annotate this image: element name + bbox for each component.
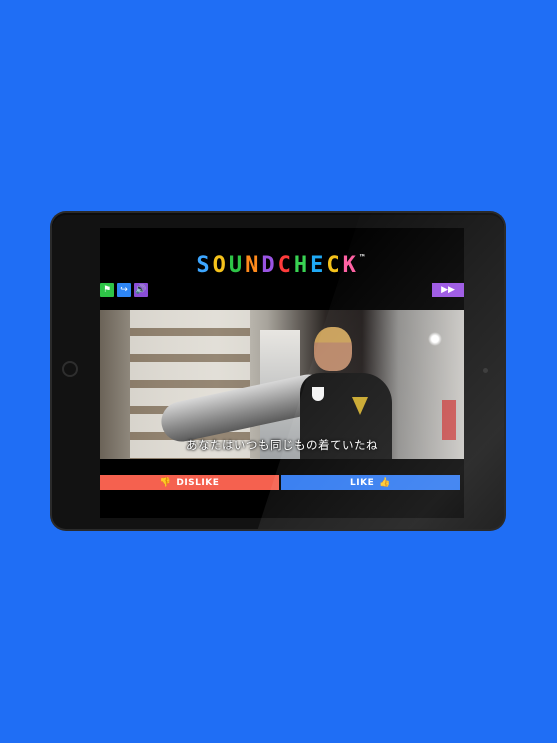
video-sign xyxy=(442,400,456,440)
dislike-label: DISLIKE xyxy=(176,477,220,488)
share-button[interactable]: ↪ xyxy=(117,283,131,297)
logo-letter: O xyxy=(212,253,229,278)
tablet-frame: SOUNDCHECK™ ⚑ ↪ 🔊 ▶▶ あなたはいつも同じもの着ていたね 👎 … xyxy=(52,213,504,529)
trademark-symbol: ™ xyxy=(359,253,368,262)
front-camera xyxy=(483,368,488,373)
thumbs-down-icon: 👎 xyxy=(159,477,172,488)
logo-letter: K xyxy=(342,253,359,278)
speaker-icon: 🔊 xyxy=(135,285,147,295)
share-icon: ↪ xyxy=(120,285,128,295)
logo-letter: S xyxy=(196,253,213,278)
logo-letter: C xyxy=(326,253,343,278)
video-subtitle: あなたはいつも同じもの着ていたね xyxy=(186,438,378,452)
flag-button[interactable]: ⚑ xyxy=(100,283,114,297)
skip-button[interactable]: ▶▶ xyxy=(432,283,464,297)
person-head xyxy=(314,327,352,371)
like-button[interactable]: LIKE 👍 xyxy=(281,475,460,490)
video-light xyxy=(428,332,442,346)
soundcheck-logo: SOUNDCHECK™ xyxy=(100,253,464,278)
logo-letter: C xyxy=(277,253,294,278)
flag-icon: ⚑ xyxy=(102,285,112,295)
home-button[interactable] xyxy=(62,361,78,377)
logo-letter: E xyxy=(310,253,327,278)
thumbs-up-icon: 👍 xyxy=(379,477,391,488)
logo-letter: H xyxy=(293,253,311,278)
app-screen: SOUNDCHECK™ ⚑ ↪ 🔊 ▶▶ あなたはいつも同じもの着ていたね 👎 … xyxy=(100,228,464,518)
sound-button[interactable]: 🔊 xyxy=(134,283,148,297)
video-player[interactable]: あなたはいつも同じもの着ていたね xyxy=(100,310,464,459)
fast-forward-icon: ▶▶ xyxy=(441,285,455,295)
jacket-patch xyxy=(312,387,324,401)
logo-letter: D xyxy=(261,253,278,278)
logo-letter: N xyxy=(245,253,262,278)
like-label: LIKE xyxy=(350,477,375,488)
dislike-button[interactable]: 👎 DISLIKE xyxy=(100,475,279,490)
logo-letter: U xyxy=(228,253,246,278)
